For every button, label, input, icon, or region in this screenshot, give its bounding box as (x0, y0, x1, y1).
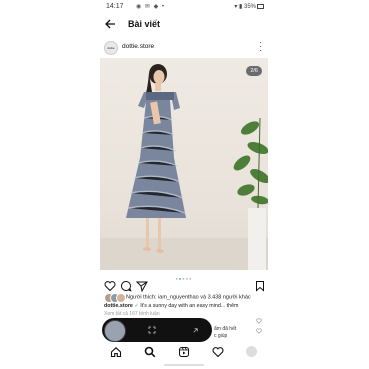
verified-check-icon: ✓ (134, 303, 139, 309)
page-title: Bài viết (128, 19, 161, 29)
wifi-icon: ▾ (234, 4, 238, 10)
like-heart-icon[interactable] (104, 280, 116, 292)
status-bar: 14:17 ◉ ✉ ◆ • ▾ ▮ 35% (98, 2, 270, 12)
home-icon[interactable] (110, 346, 122, 358)
expand-icon[interactable] (148, 326, 156, 334)
account-name[interactable]: dottie.store (122, 43, 154, 50)
fullscreen-icon[interactable] (192, 327, 199, 334)
back-arrow-icon[interactable] (104, 18, 116, 30)
signal-icon: ▮ (239, 4, 243, 10)
caption-username[interactable]: dottie.store (104, 303, 133, 309)
view-all-comments-link[interactable]: Xem tất cả 167 bình luận (104, 311, 160, 317)
profile-avatar-tab[interactable] (246, 346, 257, 357)
pip-thumbnail[interactable] (104, 320, 126, 342)
comment-like-icon[interactable] (256, 328, 262, 334)
notification-icons: ◉ ✉ ◆ • (136, 4, 165, 10)
plant-pot (248, 208, 266, 270)
search-icon[interactable] (144, 346, 156, 358)
share-send-icon[interactable] (136, 280, 148, 292)
face (153, 70, 165, 84)
comment-icon[interactable] (120, 280, 132, 292)
reels-icon[interactable] (178, 346, 190, 358)
account-avatar[interactable]: dottie (104, 41, 118, 55)
floating-video-player[interactable] (102, 318, 212, 342)
bookmark-icon[interactable] (254, 280, 266, 292)
gesture-bar (164, 364, 204, 366)
battery-text: 35% (243, 4, 256, 10)
post-image[interactable]: 2/6 (100, 58, 268, 270)
plant-leaves (233, 121, 268, 205)
post-header: dottie dottie.store · · · (98, 38, 270, 56)
battery-icon (257, 3, 264, 9)
comment-text-1: ẩm đã hết (214, 326, 237, 332)
dress-photo (100, 64, 268, 270)
phone-screen: 14:17 ◉ ✉ ◆ • ▾ ▮ 35% Bài viết dottie do… (98, 0, 270, 369)
caption-text: It's a sunny day with an easy mind... th… (140, 303, 239, 309)
comment-text-2: c giúp (214, 333, 228, 339)
more-options-icon[interactable]: · · · (259, 39, 262, 55)
post-caption[interactable]: dottie.store ✓ It's a sunny day with an … (104, 303, 266, 309)
image-counter-badge: 2/6 (246, 66, 262, 76)
comment-preview: ẩm đã hết c giúp (214, 326, 236, 340)
liker-avatar (116, 293, 126, 303)
status-time: 14:17 (106, 3, 124, 10)
comment-like-icon[interactable] (256, 318, 262, 324)
activity-heart-icon[interactable] (212, 346, 224, 358)
post-actions (98, 280, 270, 294)
status-right: ▾ ▮ 35% (234, 3, 264, 10)
likes-text: Người thích: iam_nguyenthao và 3.438 ngư… (126, 294, 251, 301)
bottom-nav (98, 342, 270, 362)
top-bar: Bài viết (98, 14, 270, 36)
liker-avatars (104, 293, 126, 303)
likes-line[interactable]: Người thích: iam_nguyenthao và 3.438 ngư… (104, 293, 251, 303)
avatar-text: dottie (107, 46, 115, 50)
